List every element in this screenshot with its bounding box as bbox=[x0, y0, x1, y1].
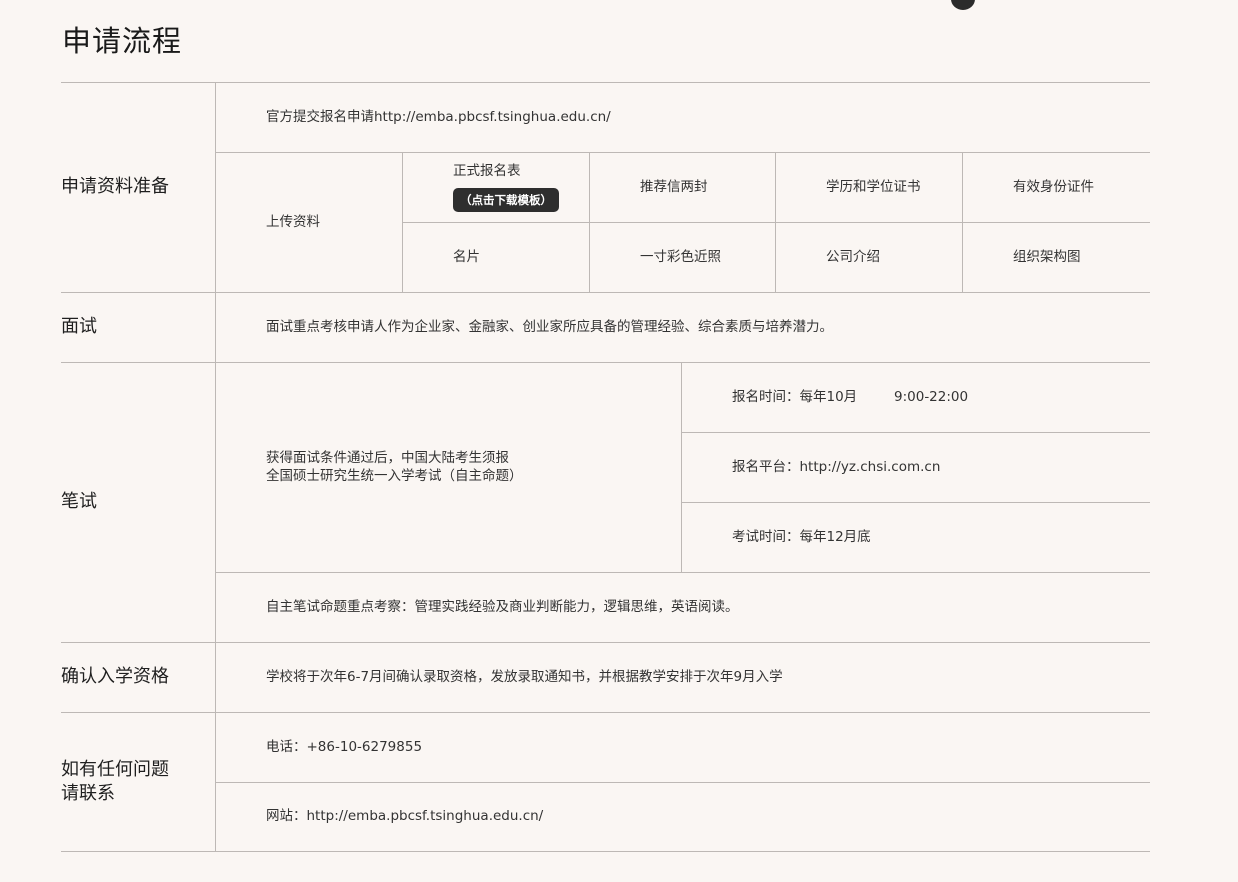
row-divider bbox=[215, 572, 1150, 573]
row-divider bbox=[61, 642, 1150, 643]
admission-description: 学校将于次年6-7月间确认录取资格，发放录取通知书，并根据教学安排于次年9月入学 bbox=[266, 669, 783, 685]
material-item: 组织架构图 bbox=[1013, 249, 1081, 265]
section-label-admission: 确认入学资格 bbox=[61, 666, 169, 687]
row-divider bbox=[681, 432, 1150, 433]
page-title: 申请流程 bbox=[62, 24, 183, 58]
section-label-contact: 如有任何问题 请联系 bbox=[61, 759, 169, 804]
section-label-written: 笔试 bbox=[61, 491, 97, 512]
written-condition-text: 获得面试条件通过后，中国大陆考生须报 全国硕士研究生统一入学考试（自主命题） bbox=[266, 450, 523, 484]
upload-materials-label: 上传资料 bbox=[266, 214, 320, 230]
row-divider bbox=[215, 782, 1150, 783]
section-label-interview: 面试 bbox=[61, 316, 97, 337]
contact-phone: 电话：+86-10-6279855 bbox=[266, 739, 423, 755]
column-divider bbox=[589, 152, 590, 292]
exam-time: 考试时间：每年12月底 bbox=[732, 529, 871, 545]
material-item: 学历和学位证书 bbox=[826, 179, 921, 195]
download-template-button[interactable]: （点击下载模板） bbox=[453, 188, 559, 212]
written-focus-text: 自主笔试命题重点考察：管理实践经验及商业判断能力，逻辑思维，英语阅读。 bbox=[266, 599, 739, 615]
material-item: 公司介绍 bbox=[826, 249, 880, 265]
material-item: 正式报名表 bbox=[453, 163, 521, 179]
column-divider bbox=[681, 362, 682, 572]
registration-time: 报名时间：每年10月 bbox=[732, 389, 858, 405]
table-border-top bbox=[61, 82, 1150, 83]
online-application-text: 官方提交报名申请http://emba.pbcsf.tsinghua.edu.c… bbox=[266, 109, 611, 125]
column-divider bbox=[215, 82, 216, 852]
section-label-materials: 申请资料准备 bbox=[61, 176, 169, 197]
row-divider bbox=[61, 292, 1150, 293]
column-divider bbox=[962, 152, 963, 292]
table-border-bottom bbox=[61, 851, 1150, 852]
row-divider bbox=[402, 222, 1150, 223]
row-divider bbox=[215, 152, 1150, 153]
row-divider bbox=[61, 712, 1150, 713]
material-item: 一寸彩色近照 bbox=[640, 249, 721, 265]
material-item: 推荐信两封 bbox=[640, 179, 708, 195]
row-divider bbox=[681, 502, 1150, 503]
column-divider bbox=[402, 152, 403, 292]
registration-platform: 报名平台：http://yz.chsi.com.cn bbox=[732, 459, 941, 475]
row-divider bbox=[61, 362, 1150, 363]
column-divider bbox=[775, 152, 776, 292]
contact-website[interactable]: 网站：http://emba.pbcsf.tsinghua.edu.cn/ bbox=[266, 807, 543, 825]
registration-hours: 9:00-22:00 bbox=[894, 389, 969, 405]
floating-dot bbox=[951, 0, 975, 10]
material-item: 名片 bbox=[453, 249, 480, 265]
material-item: 有效身份证件 bbox=[1013, 179, 1094, 195]
interview-description: 面试重点考核申请人作为企业家、金融家、创业家所应具备的管理经验、综合素质与培养潜… bbox=[266, 319, 833, 335]
